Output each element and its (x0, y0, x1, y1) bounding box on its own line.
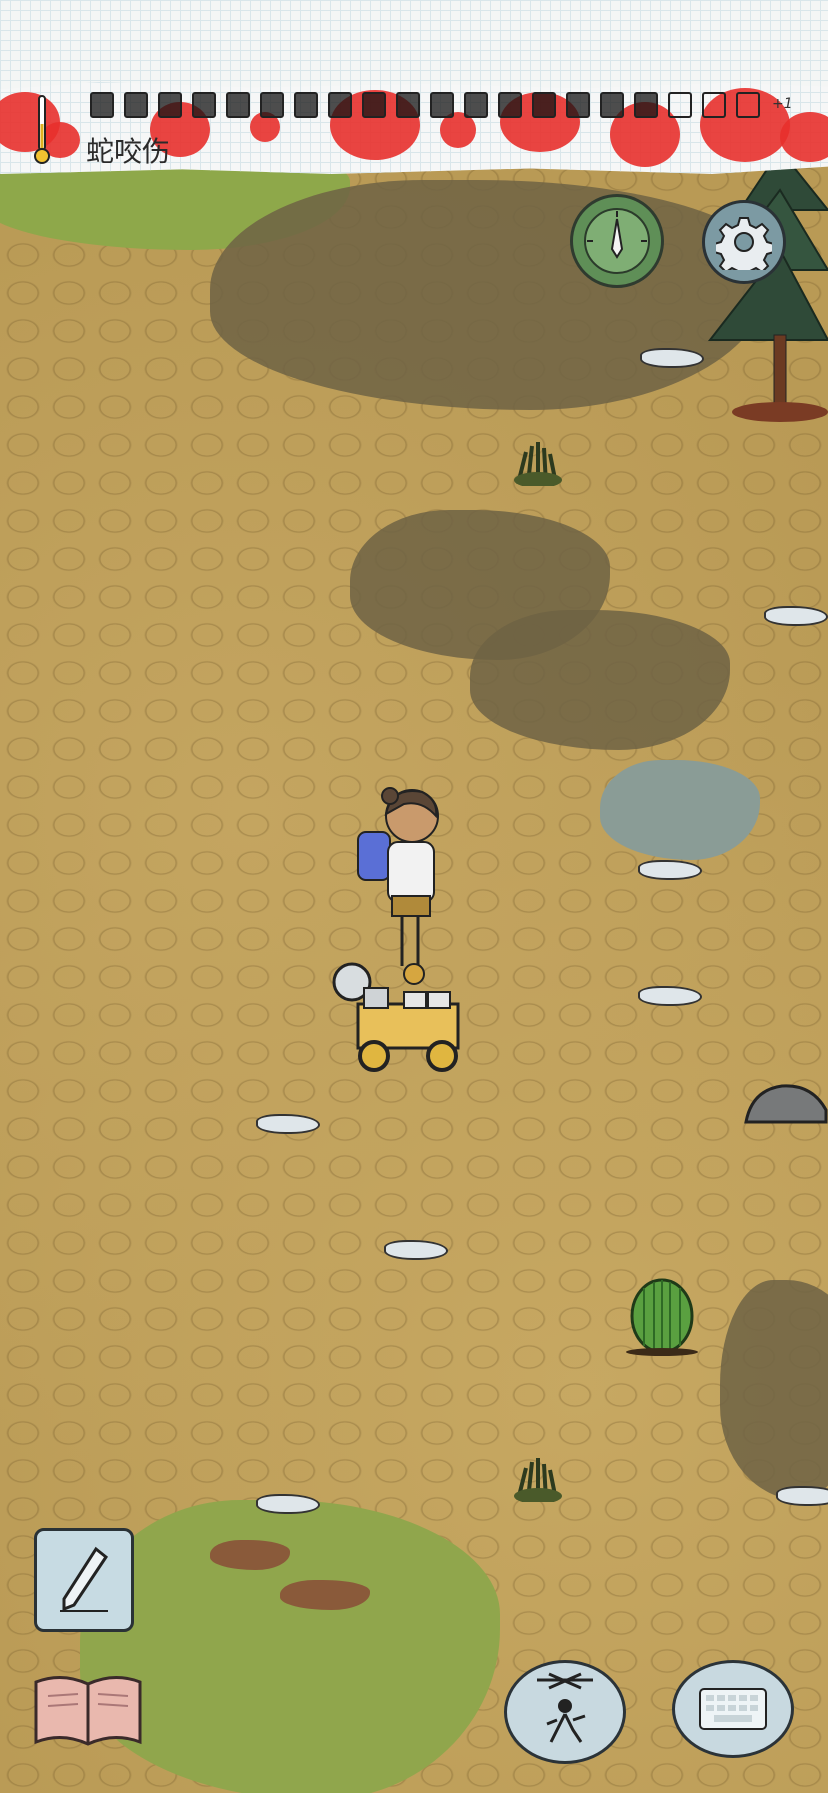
barrel-cactus[interactable] (624, 1276, 700, 1356)
compass-icon (584, 208, 650, 274)
pine-tree[interactable] (700, 160, 828, 450)
day-mark-filled (90, 92, 114, 118)
flint-rock[interactable] (638, 860, 702, 880)
keyboard-icon (699, 1688, 767, 1730)
day-mark-filled (396, 92, 420, 118)
notebook-paper-header (0, 0, 828, 90)
flint-rock[interactable] (256, 1494, 320, 1514)
puppet-marionette-icon (537, 1672, 593, 1743)
day-mark-filled (600, 92, 624, 118)
blue-grey-patch (600, 760, 760, 860)
pencil-icon (60, 1546, 109, 1612)
day-mark-filled (294, 92, 318, 118)
day-mark-filled (328, 92, 352, 118)
flint-rock[interactable] (638, 986, 702, 1006)
day-mark-filled (532, 92, 556, 118)
handcart[interactable] (330, 952, 470, 1074)
dry-shrub[interactable] (512, 1456, 564, 1502)
journal-book-icon[interactable] (32, 1672, 144, 1748)
pencil-button[interactable] (34, 1528, 134, 1632)
gear-icon (716, 217, 772, 270)
day-mark-filled (226, 92, 250, 118)
grass-patch (80, 1500, 500, 1793)
ailment-status-text: 蛇咬伤 (86, 135, 171, 168)
day-mark-filled (192, 92, 216, 118)
flint-rock[interactable] (384, 1240, 448, 1260)
settings-button[interactable] (702, 200, 786, 284)
day-mark-empty (702, 92, 726, 118)
flint-rock[interactable] (764, 606, 828, 626)
dark-soil-patch (470, 610, 730, 750)
dirt-patch (210, 1540, 290, 1570)
day-tally: +1 (90, 88, 810, 122)
day-mark-filled (260, 92, 284, 118)
day-mark-empty (736, 92, 760, 118)
flint-rock[interactable] (776, 1486, 828, 1506)
dirt-patch (280, 1580, 370, 1610)
day-counter-extra: +1 (772, 96, 793, 112)
day-mark-filled (498, 92, 522, 118)
puppet-action-button[interactable] (504, 1660, 626, 1764)
day-mark-filled (158, 92, 182, 118)
day-mark-filled (430, 92, 454, 118)
day-mark-filled (634, 92, 658, 118)
flint-rock[interactable] (640, 348, 704, 368)
thermometer-icon (34, 95, 50, 164)
boulder[interactable] (742, 1080, 828, 1126)
day-mark-empty (668, 92, 692, 118)
day-mark-filled (566, 92, 590, 118)
day-mark-filled (124, 92, 148, 118)
dry-shrub[interactable] (512, 440, 564, 486)
flint-rock[interactable] (256, 1114, 320, 1134)
day-mark-filled (362, 92, 386, 118)
day-mark-filled (464, 92, 488, 118)
keyboard-chat-button[interactable] (672, 1660, 794, 1758)
compass-button[interactable] (570, 194, 664, 288)
dark-soil-patch (210, 180, 770, 410)
